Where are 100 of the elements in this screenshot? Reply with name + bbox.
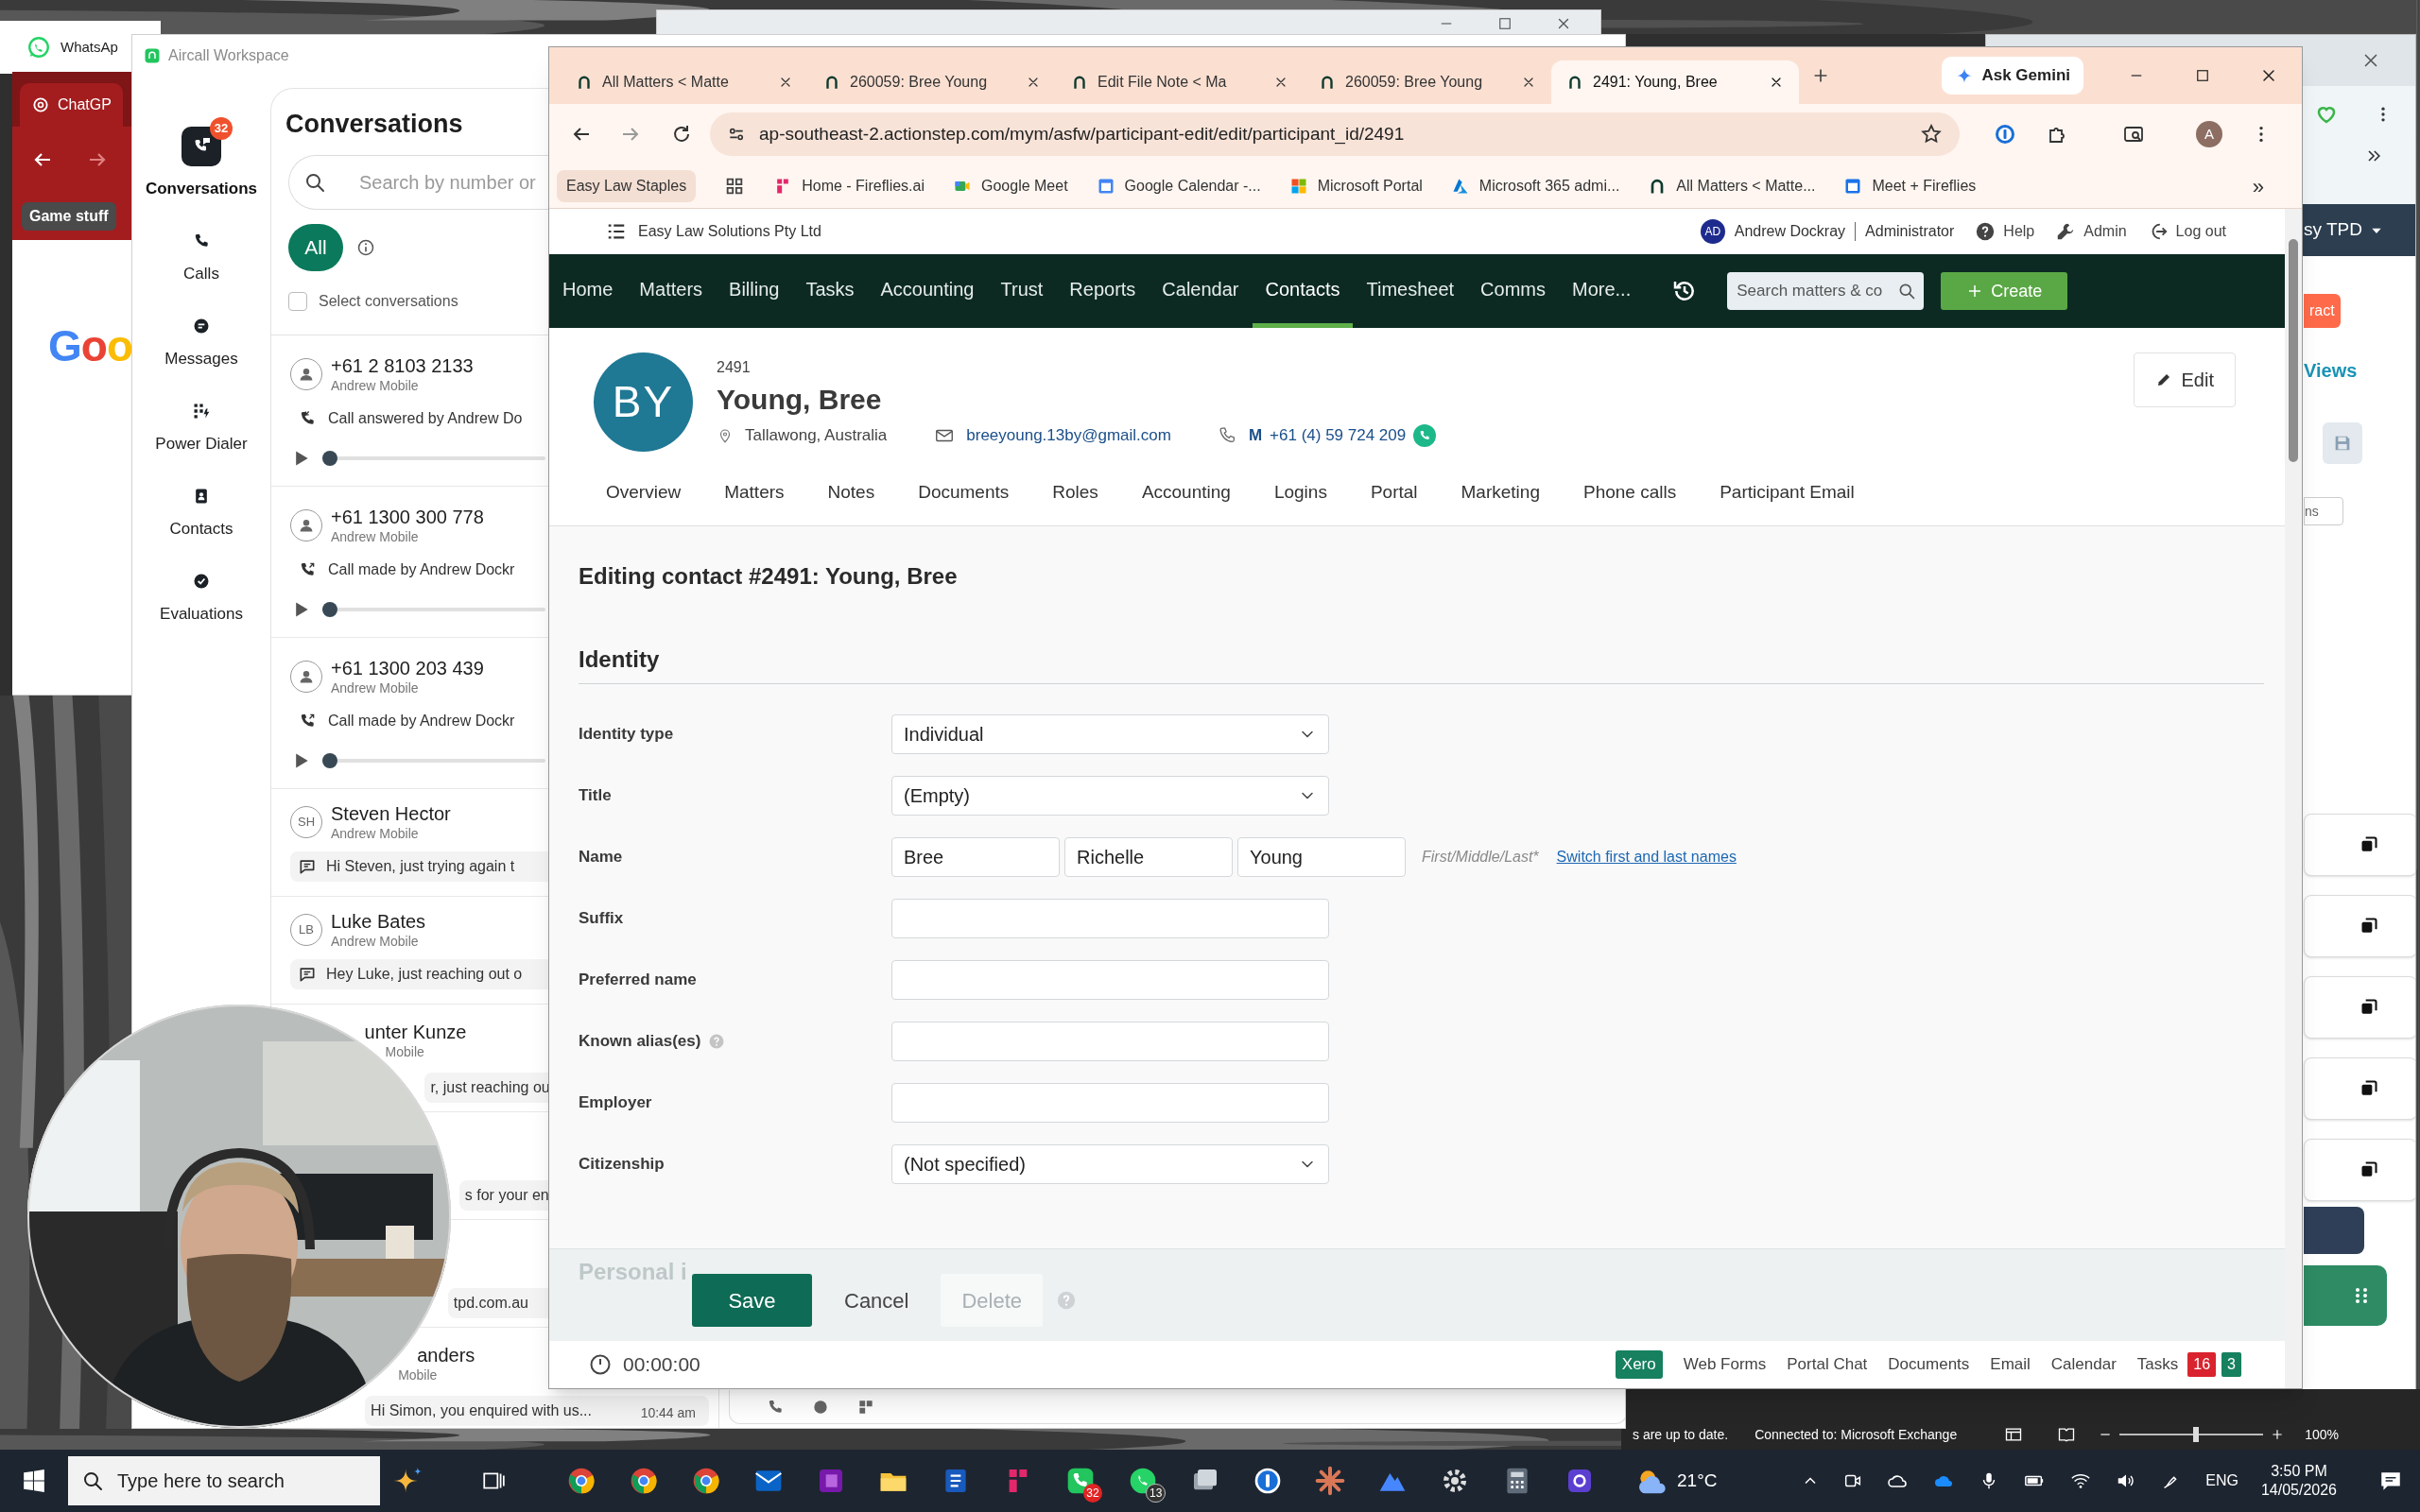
starburst-icon[interactable] bbox=[1315, 1466, 1345, 1496]
nav-item[interactable]: 32 Conversations bbox=[143, 115, 260, 201]
nav-tab[interactable]: Accounting bbox=[867, 254, 988, 328]
filter-chip[interactable]: All bbox=[288, 224, 343, 271]
tab[interactable]: Participant Email bbox=[1720, 479, 1855, 515]
footer-link[interactable]: Calendar bbox=[2050, 1352, 2117, 1377]
nav-tab[interactable]: Contacts bbox=[1252, 254, 1354, 328]
input-field[interactable]: Bree bbox=[891, 837, 1060, 877]
audio-slider[interactable] bbox=[322, 753, 545, 768]
browser-icon[interactable] bbox=[566, 1466, 596, 1496]
browser-tab[interactable]: 260059: Bree Young bbox=[808, 60, 1056, 105]
contact-name[interactable]: +61 2 8103 2133 bbox=[331, 354, 474, 377]
contact-name[interactable]: Luke Bates bbox=[331, 910, 426, 933]
input-field[interactable]: Young bbox=[1237, 837, 1406, 877]
bookmark[interactable]: Google Calendar -... bbox=[1096, 175, 1261, 198]
tab[interactable]: Overview bbox=[606, 479, 682, 515]
top-link[interactable]: Admin bbox=[2055, 220, 2127, 243]
drag-handle-button[interactable] bbox=[2304, 1265, 2387, 1326]
top-link[interactable]: Log out bbox=[2147, 220, 2226, 243]
bookmark[interactable]: Google Meet bbox=[953, 175, 1068, 198]
input-field[interactable] bbox=[891, 899, 1329, 938]
contact-name[interactable]: +61 1300 203 439 bbox=[331, 657, 484, 679]
browser-tab[interactable]: ChatGP bbox=[20, 83, 123, 127]
audio-slider[interactable] bbox=[322, 602, 545, 617]
tab[interactable]: Portal bbox=[1370, 479, 1418, 515]
contact-name[interactable]: Steven Hector bbox=[331, 802, 451, 825]
bookmark[interactable]: Microsoft Portal bbox=[1288, 175, 1423, 198]
dropdown[interactable]: Individual bbox=[891, 714, 1329, 754]
nav-tab[interactable]: Reports bbox=[1056, 254, 1150, 328]
browser-tab[interactable]: 2491: Young, Bree bbox=[1551, 60, 1799, 105]
nav-tab[interactable]: Comms bbox=[1467, 254, 1559, 328]
profile-avatar[interactable]: A bbox=[2196, 121, 2222, 148]
footer-link[interactable]: Web Forms bbox=[1683, 1352, 1767, 1377]
nav-tab[interactable]: Tasks bbox=[792, 254, 868, 328]
browser-icon[interactable] bbox=[691, 1466, 721, 1496]
language-indicator[interactable]: ENG bbox=[2205, 1469, 2238, 1492]
nav-tab[interactable]: Billing bbox=[716, 254, 793, 328]
input-field[interactable] bbox=[891, 960, 1329, 1000]
browser-tab[interactable]: All Matters < Matte bbox=[561, 60, 808, 105]
input-field[interactable] bbox=[891, 1083, 1329, 1123]
tab[interactable]: Marketing bbox=[1461, 479, 1540, 515]
menu-label[interactable]: sy TPD bbox=[2304, 216, 2362, 244]
action-button[interactable]: Cancel bbox=[823, 1274, 930, 1327]
tab[interactable]: Roles bbox=[1052, 479, 1098, 515]
email-address[interactable]: breeyoung.13by@gmail.com bbox=[966, 424, 1171, 447]
tab[interactable]: Views bbox=[2304, 356, 2358, 385]
tab[interactable]: Accounting bbox=[1141, 479, 1231, 515]
nav-item[interactable]: Calls bbox=[183, 200, 219, 286]
integration-badge[interactable]: Xero bbox=[1615, 1350, 1663, 1379]
zoom-slider[interactable] bbox=[2119, 1427, 2264, 1442]
nav-item[interactable]: Power Dialer bbox=[155, 370, 248, 456]
browser-icon[interactable] bbox=[629, 1466, 659, 1496]
tab[interactable]: Phone calls bbox=[1582, 479, 1677, 515]
browser-tab[interactable]: 260059: Bree Young bbox=[1304, 60, 1551, 105]
link[interactable]: Switch first and last names bbox=[1556, 846, 1737, 868]
search-field[interactable]: Search by number or bbox=[288, 155, 548, 210]
search-field[interactable]: Type here to search bbox=[68, 1456, 380, 1505]
top-link[interactable]: Help bbox=[1975, 220, 2035, 243]
user-name[interactable]: Andrew Dockray bbox=[1734, 220, 1846, 243]
bookmark[interactable]: Meet + Fireflies bbox=[1843, 175, 1977, 198]
nav-item[interactable]: Messages bbox=[164, 285, 238, 371]
nav-tab[interactable]: Calendar bbox=[1149, 254, 1253, 328]
nav-tab[interactable]: Trust bbox=[987, 254, 1057, 328]
dropdown[interactable]: (Empty) bbox=[891, 776, 1329, 816]
footer-link[interactable]: Documents bbox=[1888, 1352, 1970, 1377]
nav-item[interactable]: Contacts bbox=[169, 455, 233, 541]
footer-link[interactable]: Tasks bbox=[2136, 1352, 2179, 1377]
checkbox[interactable] bbox=[288, 292, 307, 311]
key-icon[interactable] bbox=[1253, 1466, 1283, 1496]
dropdown[interactable]: (Not specified) bbox=[891, 1144, 1329, 1184]
address-bar[interactable]: ap-southeast-2.actionstep.com/mym/asfw/participant-edit/edit/participant_id/2491 bbox=[710, 112, 1960, 157]
tab[interactable]: Notes bbox=[827, 479, 875, 515]
nav-tab[interactable]: Home bbox=[549, 254, 627, 328]
footer-link[interactable]: Email bbox=[1990, 1352, 2031, 1377]
slider-thumb[interactable] bbox=[322, 602, 337, 617]
password-icon[interactable] bbox=[1994, 123, 2016, 146]
tab[interactable]: Logins bbox=[1273, 479, 1327, 515]
more-bookmarks[interactable]: » bbox=[2252, 170, 2264, 202]
browser-tab[interactable]: Edit File Note < Ma bbox=[1056, 60, 1304, 105]
bookmark[interactable]: All Matters < Matte... bbox=[1648, 175, 1816, 198]
nav-item[interactable]: Evaluations bbox=[160, 541, 243, 627]
bookmark[interactable]: Game stuff bbox=[22, 202, 116, 231]
bookmark[interactable]: Home - Fireflies.ai bbox=[773, 175, 925, 198]
input-field[interactable]: Richelle bbox=[1064, 837, 1233, 877]
user-avatar[interactable]: AD bbox=[1700, 219, 1725, 244]
edit-button[interactable]: Edit bbox=[2133, 352, 2236, 407]
input-field[interactable] bbox=[891, 1022, 1329, 1061]
call-button[interactable] bbox=[1413, 424, 1437, 447]
phone-link[interactable]: +61 (4) 59 724 209 bbox=[1270, 424, 1407, 447]
footer-link[interactable]: Portal Chat bbox=[1787, 1352, 1868, 1377]
tab[interactable]: Matters bbox=[724, 479, 785, 515]
save-button[interactable]: Save bbox=[692, 1274, 812, 1327]
bookmark[interactable]: Easy Law Staples bbox=[557, 170, 697, 203]
slider-thumb[interactable] bbox=[322, 753, 337, 768]
search-field[interactable]: Search matters & co bbox=[1727, 272, 1925, 310]
nav-tab[interactable]: More... bbox=[1559, 254, 1645, 328]
clock[interactable]: 3:50 PM 14/05/2026 bbox=[2260, 1462, 2337, 1500]
bookmark[interactable]: Microsoft 365 admi... bbox=[1450, 175, 1620, 198]
nav-tab[interactable]: Timesheet bbox=[1353, 254, 1468, 328]
contact-name[interactable]: +61 1300 300 778 bbox=[331, 506, 484, 528]
